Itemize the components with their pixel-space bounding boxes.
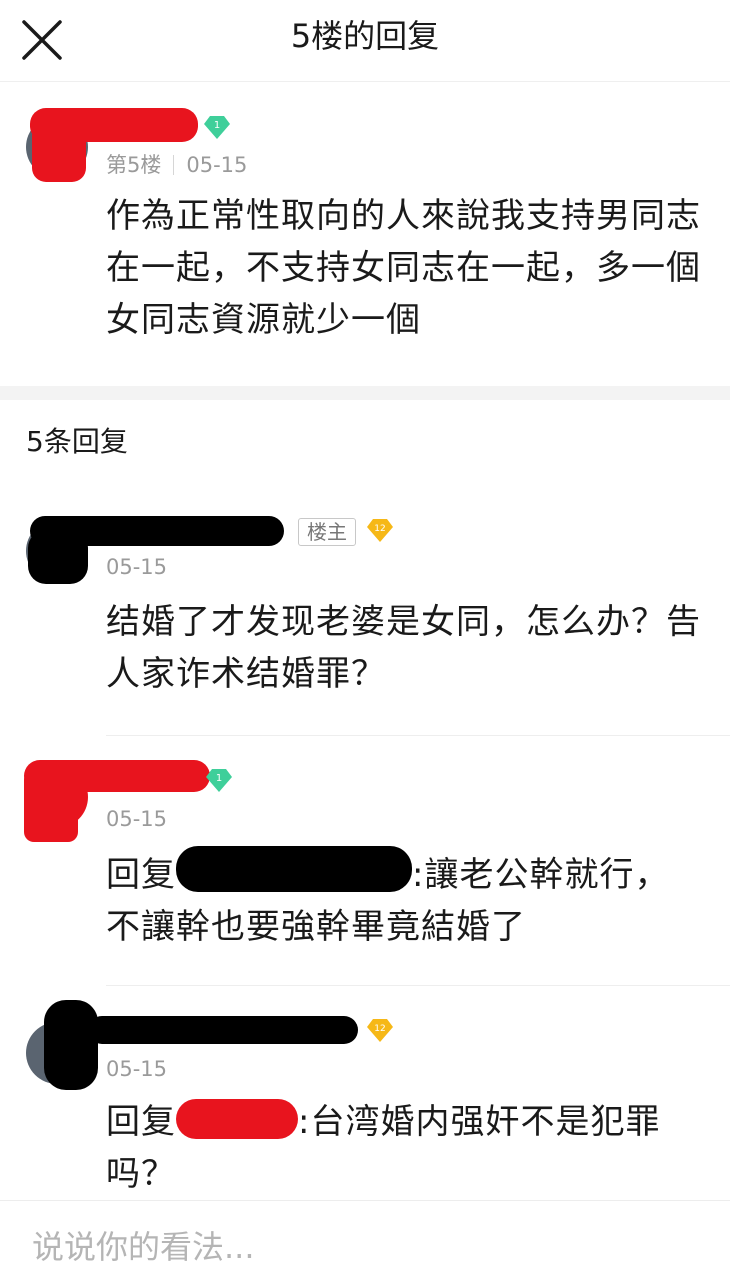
reply-item: 楼主 12 05-15 结婚了才发现老婆是女同，怎么办？告人家诈术结婚罪？	[0, 500, 730, 736]
post-content: 作為正常性取向的人來說我支持男同志在一起，不支持女同志在一起，多一個女同志資源就…	[106, 196, 701, 340]
divider	[106, 735, 730, 736]
redaction-mark	[24, 770, 78, 842]
redacted-mention[interactable]	[176, 846, 412, 892]
reply-date: 05-15	[106, 555, 168, 579]
floor-number: 第5楼	[106, 153, 162, 177]
comment-input[interactable]: 说说你的看法...	[32, 1227, 255, 1267]
reply-item: 1 05-15 回复 :讓老公幹就行， 不讓幹也要強幹畢竟結婚了	[0, 750, 730, 986]
svg-text:12: 12	[374, 1024, 385, 1034]
level-badge: 12	[366, 516, 394, 544]
post-meta: 第5楼 05-15	[106, 152, 247, 178]
reply-content: 结婚了才发现老婆是女同，怎么办？告人家诈术结婚罪？	[106, 602, 701, 694]
top-bar: 5楼的回复	[0, 0, 730, 82]
reply-count: 5条回复	[26, 425, 128, 458]
redacted-mention[interactable]	[176, 1099, 298, 1139]
reply-text-line1: :台湾婚内强奸不是犯罪	[298, 1102, 661, 1142]
svg-text:1: 1	[214, 120, 220, 131]
level-badge: 1	[205, 766, 233, 794]
reply-text-line2: 吗？	[106, 1154, 176, 1194]
reply-content: 回复 :台湾婚内强奸不是犯罪 吗？	[106, 1096, 706, 1200]
reply-text-line1: :讓老公幹就行，	[412, 855, 670, 895]
redacted-username	[88, 1016, 358, 1044]
original-post: 1 第5楼 05-15 作為正常性取向的人來說我支持男同志在一起，不支持女同志在一…	[0, 82, 730, 386]
page-title: 5楼的回复	[290, 17, 440, 55]
reply-text-line2: 不讓幹也要強幹畢竟結婚了	[106, 907, 526, 947]
reply-prefix: 回复	[106, 855, 176, 895]
op-tag: 楼主	[298, 518, 356, 546]
redaction-mark	[28, 530, 88, 584]
level-badge: 1	[203, 113, 231, 141]
reply-content: 回复 :讓老公幹就行， 不讓幹也要強幹畢竟結婚了	[106, 846, 706, 953]
redaction-mark	[32, 122, 86, 182]
reply-prefix: 回复	[106, 1102, 176, 1142]
section-divider	[0, 386, 730, 400]
post-date: 05-15	[186, 153, 248, 177]
svg-text:12: 12	[374, 524, 385, 534]
divider	[106, 985, 730, 986]
svg-text:1: 1	[216, 773, 222, 784]
comment-bar: 说说你的看法...	[0, 1200, 730, 1279]
reply-date: 05-15	[106, 1057, 168, 1081]
reply-item: 12 05-15 回复 :台湾婚内强奸不是犯罪 吗？	[0, 1000, 730, 1200]
reply-date: 05-15	[106, 807, 168, 831]
redaction-mark	[44, 1000, 98, 1090]
level-badge: 12	[366, 1016, 394, 1044]
